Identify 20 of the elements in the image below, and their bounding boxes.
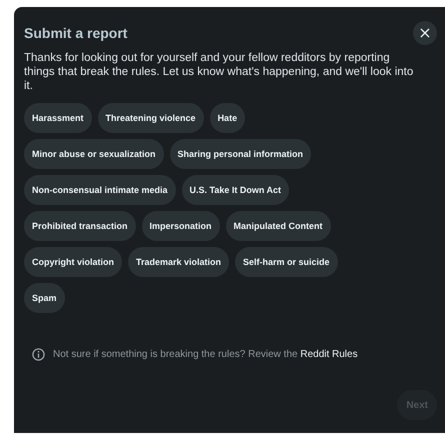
dialog-title: Submit a report: [24, 25, 128, 41]
reason-chip[interactable]: Non-consensual intimate media: [24, 175, 176, 205]
reason-chip[interactable]: Self-harm or suicide: [235, 247, 338, 277]
reason-chip[interactable]: Minor abuse or sexualization: [24, 139, 164, 169]
close-button[interactable]: ×: [413, 21, 437, 45]
rules-link[interactable]: Reddit Rules: [300, 349, 358, 360]
reason-chip[interactable]: U.S. Take It Down Act: [182, 175, 290, 205]
reason-chip[interactable]: Trademark violation: [128, 247, 230, 277]
reason-chip[interactable]: Hate: [210, 103, 246, 133]
reason-chip[interactable]: Harassment: [24, 103, 92, 133]
reason-chip[interactable]: Threatening violence: [98, 103, 204, 133]
reason-chip[interactable]: Sharing personal information: [170, 139, 312, 169]
intro-text: Thanks for looking out for yourself and your fellow redditors by reporting things that break the rules. Let us know what's happening, and we'll look into it.: [24, 51, 414, 93]
reason-chip[interactable]: Impersonation: [142, 211, 220, 241]
reason-chip[interactable]: Prohibited transaction: [24, 211, 136, 241]
hint-text: Not sure if something is breaking the rules? Review the Reddit Rules: [53, 349, 358, 360]
reason-chip[interactable]: Spam: [24, 283, 65, 313]
info-icon: [32, 348, 45, 361]
reason-chip[interactable]: Manipulated Content: [226, 211, 331, 241]
reason-chip[interactable]: Copyright violation: [24, 247, 122, 277]
